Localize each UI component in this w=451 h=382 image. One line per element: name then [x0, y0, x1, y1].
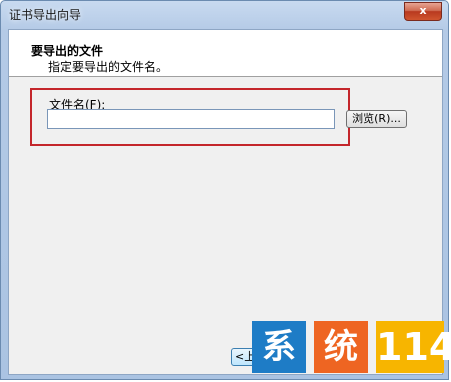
watermark-char-2: 统	[314, 321, 368, 373]
wizard-header: 要导出的文件 指定要导出的文件名。	[9, 30, 442, 77]
title-bar[interactable]: 证书导出向导 x	[1, 1, 448, 29]
watermark-number: 114	[376, 321, 451, 373]
close-icon: x	[419, 4, 427, 17]
page-title: 要导出的文件	[31, 44, 104, 58]
page-subtitle: 指定要导出的文件名。	[48, 60, 169, 74]
filename-input[interactable]	[47, 109, 335, 129]
browse-button[interactable]: 浏览(R)...	[346, 110, 407, 128]
window-title: 证书导出向导	[9, 8, 82, 22]
site-watermark-logo: 系 统 114	[252, 321, 451, 373]
close-button[interactable]: x	[404, 2, 442, 21]
watermark-char-1: 系	[252, 321, 306, 373]
